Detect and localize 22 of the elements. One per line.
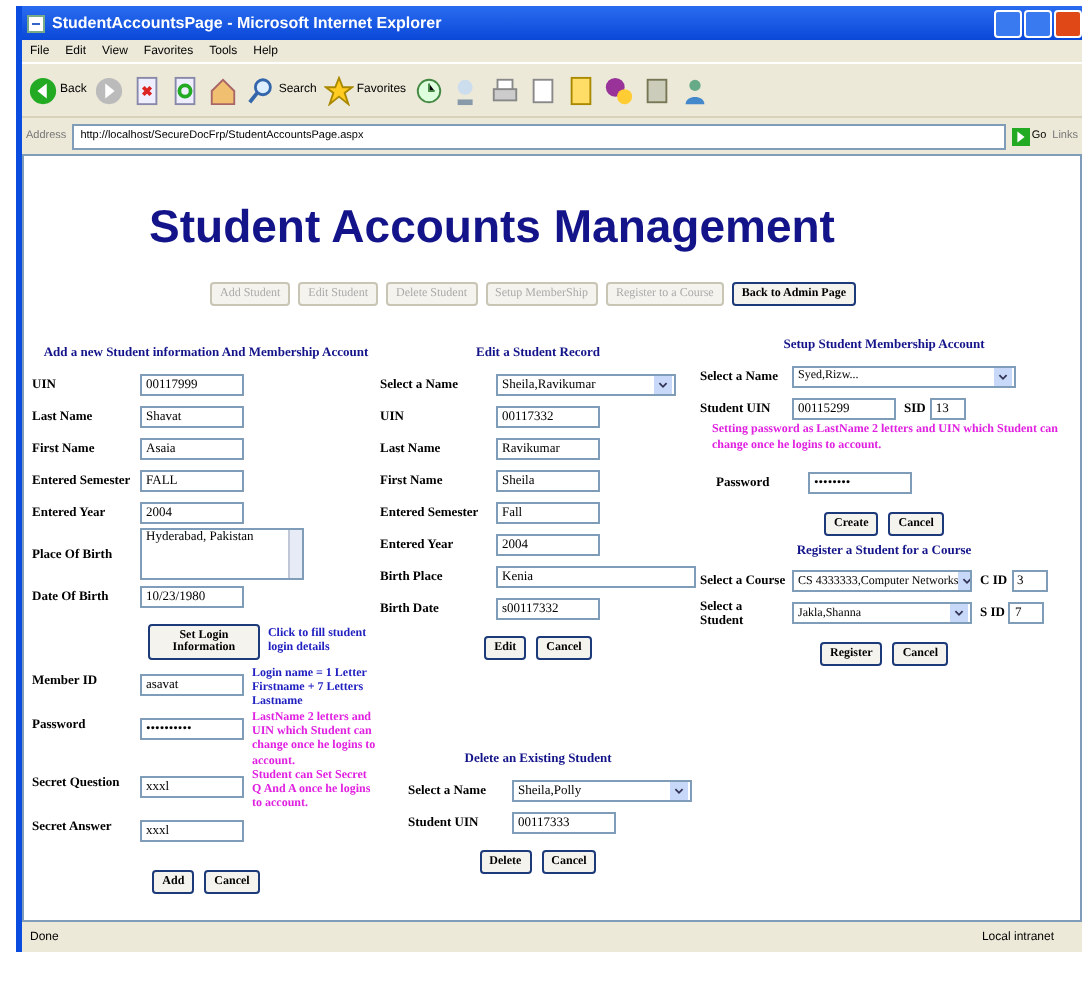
history-icon[interactable] bbox=[414, 75, 445, 105]
star-icon bbox=[324, 75, 355, 105]
dropdown-arrow-icon bbox=[958, 572, 970, 591]
home-icon[interactable] bbox=[208, 75, 239, 105]
dropdown-arrow-icon bbox=[950, 604, 968, 623]
go-arrow-icon bbox=[1011, 127, 1030, 145]
window-title: StudentAccountsPage - Microsoft Internet Explorer bbox=[52, 14, 442, 32]
print-icon[interactable] bbox=[490, 75, 521, 105]
close-button[interactable] bbox=[1054, 9, 1082, 37]
forward-icon[interactable] bbox=[94, 75, 125, 105]
search-icon bbox=[246, 75, 277, 105]
dropdown-arrow-icon bbox=[670, 781, 688, 799]
dropdown-arrow-icon bbox=[654, 375, 672, 393]
refresh-icon[interactable] bbox=[170, 75, 201, 105]
dropdown-arrow-icon bbox=[994, 367, 1012, 385]
maximize-button[interactable] bbox=[1024, 9, 1052, 37]
minimize-button[interactable] bbox=[994, 9, 1022, 37]
stop-icon[interactable] bbox=[132, 75, 163, 105]
page-icon bbox=[26, 13, 46, 33]
note-icon[interactable] bbox=[566, 75, 597, 105]
scroll-bar[interactable] bbox=[288, 530, 302, 578]
page-heading: Student Accounts Management bbox=[147, 200, 837, 254]
